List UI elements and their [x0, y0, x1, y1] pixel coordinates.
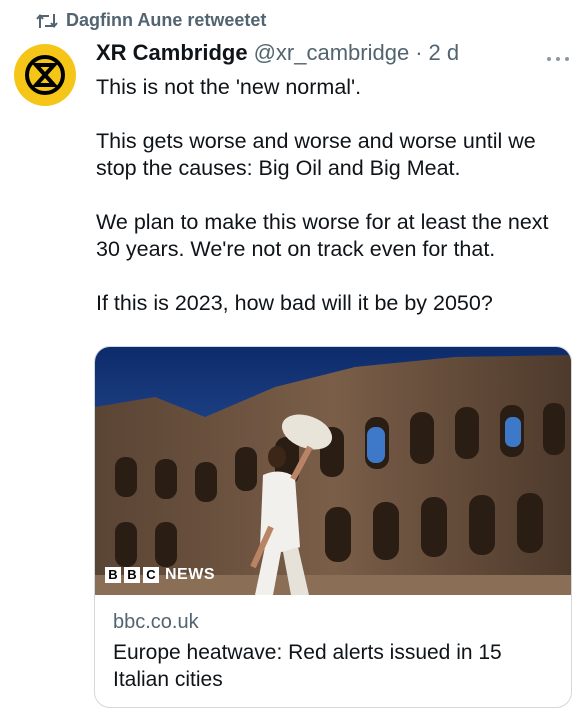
tweet-line: We plan to make this worse for at least …: [96, 210, 549, 261]
tweet-line: If this is 2023, how bad will it be by 2…: [96, 291, 493, 315]
retweet-icon: [36, 12, 58, 30]
more-options-icon[interactable]: [546, 42, 570, 68]
author-name[interactable]: XR Cambridge: [96, 40, 248, 66]
timestamp[interactable]: 2 d: [429, 40, 460, 66]
tweet-line: This gets worse and worse and worse unti…: [96, 129, 536, 180]
retweet-label[interactable]: Dagfinn Aune retweetet: [66, 10, 266, 31]
bbc-news-logo: B B C NEWS: [105, 566, 215, 584]
bbc-logo-letter: C: [143, 567, 159, 583]
card-image[interactable]: [95, 347, 571, 595]
bbc-logo-letter: B: [124, 567, 140, 583]
retweet-header: Dagfinn Aune retweetet: [36, 10, 266, 31]
card-domain: bbc.co.uk: [113, 611, 199, 633]
tweet-line: This is not the 'new normal'.: [96, 75, 362, 99]
link-preview-card[interactable]: B B C NEWS bbc.co.uk Europe heatwave: Re…: [94, 346, 572, 708]
extinction-rebellion-logo-icon: [25, 55, 65, 95]
tweet-text: This is not the 'new normal'. This gets …: [96, 74, 576, 317]
author-handle[interactable]: @xr_cambridge: [254, 40, 410, 66]
avatar[interactable]: [14, 44, 76, 106]
bbc-logo-news: NEWS: [165, 566, 215, 583]
separator: ·: [415, 40, 423, 65]
card-title[interactable]: Europe heatwave: Red alerts issued in 15…: [113, 639, 553, 693]
bbc-logo-letter: B: [105, 567, 121, 583]
tweet-header: XR Cambridge @xr_cambridge · 2 d: [96, 40, 459, 66]
